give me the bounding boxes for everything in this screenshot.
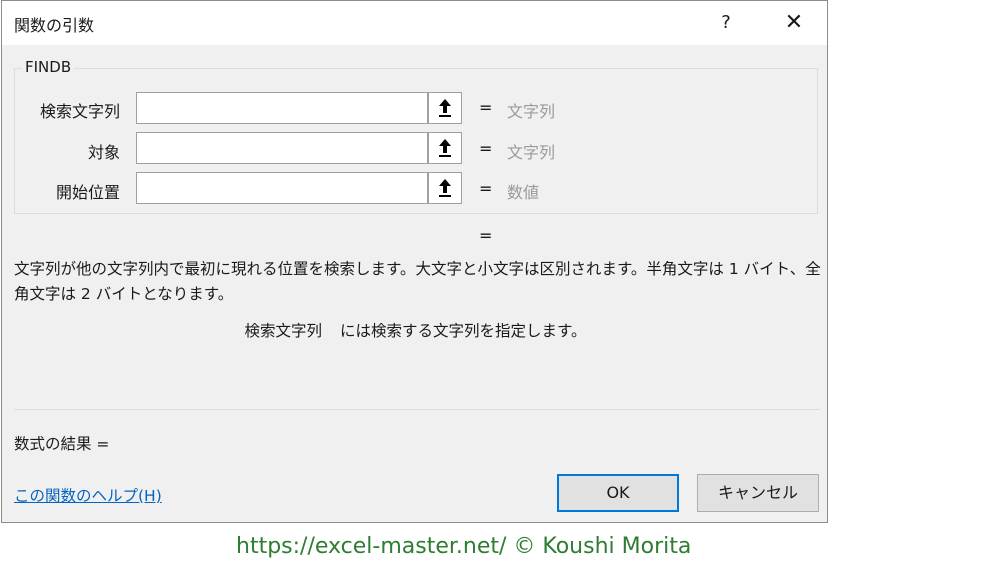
start-num-ref-button[interactable] [428,172,462,204]
within-text-type-hint: 文字列 [507,143,556,162]
cancel-button[interactable]: キャンセル [697,474,819,512]
start-num-type-hint: 数値 [507,183,540,202]
argument-description-text: には検索する文字列を指定します。 [340,322,587,340]
dialog-title: 関数の引数 [14,16,95,35]
formula-result: 数式の結果 = [14,435,110,453]
help-button[interactable]: ? [708,5,744,41]
function-name: FINDB [22,58,75,76]
within-text-input[interactable] [136,132,428,164]
within-text-ref-button[interactable] [428,132,462,164]
equals-sign: = [479,139,493,158]
function-help-link[interactable]: この関数のヘルプ(H) [14,484,162,506]
watermark: https://excel-master.net/ © Koushi Morit… [236,534,692,559]
close-button[interactable]: ✕ [772,5,816,41]
function-description: 文字列が他の文字列内で最初に現れる位置を検索します。大文字と小文字は区別されます… [14,260,821,303]
find-text-type-hint: 文字列 [507,102,556,121]
argument-description-name: 検索文字列 [244,322,323,340]
collapse-dialog-icon [439,99,451,117]
arg-label-within-text: 対象 [87,143,120,162]
arg-label-find-text: 検索文字列 [39,102,120,121]
find-text-ref-button[interactable] [428,92,462,124]
collapse-dialog-icon [439,139,451,157]
ok-button[interactable]: OK [557,474,679,512]
start-num-input[interactable] [136,172,428,204]
equals-sign: = [479,179,493,198]
arg-label-start-num: 開始位置 [55,183,120,202]
result-preview: = [479,226,493,245]
divider [14,409,820,410]
argument-description: 検索文字列 には検索する文字列を指定します。 [2,319,829,341]
function-arguments-dialog: 関数の引数 ? ✕ FINDB 検索文字列 = 文字列 対象 = 文字列 開始位… [1,0,828,523]
equals-sign: = [479,98,493,117]
collapse-dialog-icon [439,179,451,197]
find-text-input[interactable] [136,92,428,124]
title-bar[interactable]: 関数の引数 ? ✕ [2,1,827,45]
